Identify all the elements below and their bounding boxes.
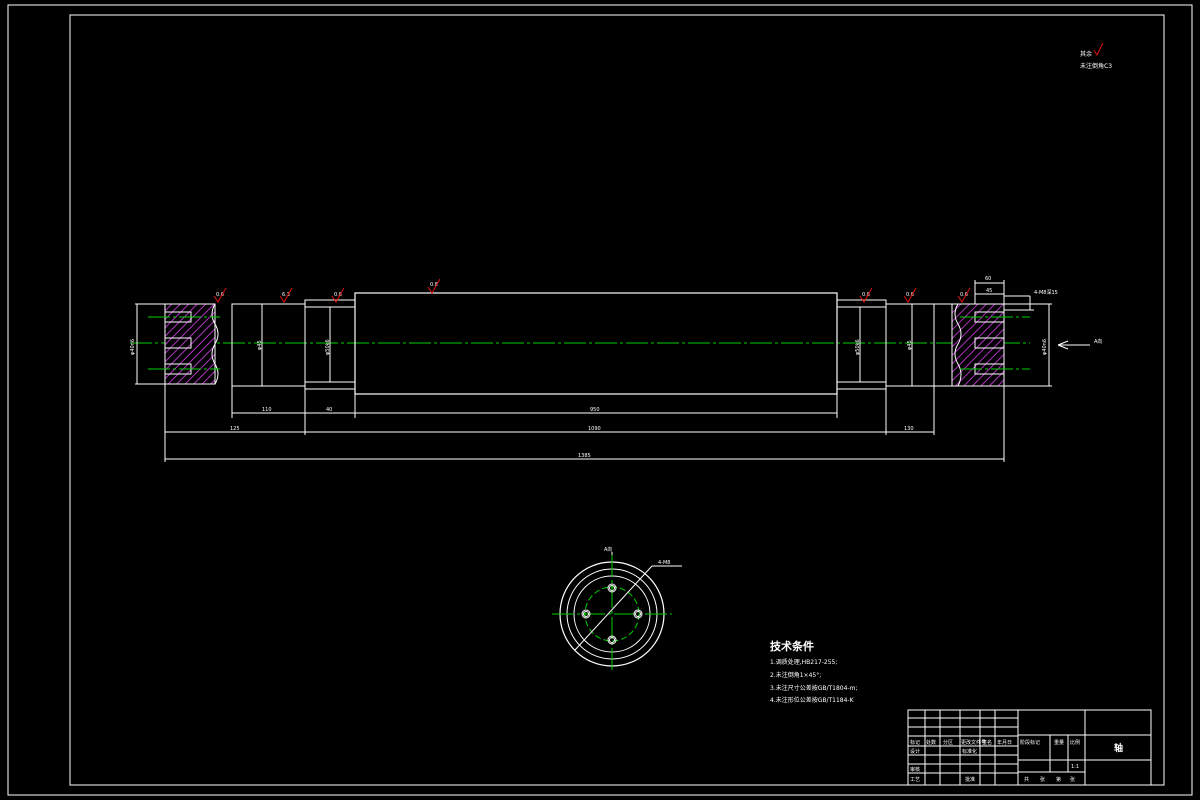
svg-text:φ45: φ45 [257,340,263,350]
svg-text:分区: 分区 [943,739,953,746]
svg-text:审核: 审核 [910,766,920,773]
svg-text:标准化: 标准化 [962,748,977,755]
svg-text:批准: 批准 [965,776,975,783]
svg-text:其余: 其余 [1080,50,1092,58]
svg-text:轴: 轴 [1114,742,1123,754]
svg-text:4-M8: 4-M8 [658,560,670,566]
svg-text:张: 张 [1070,776,1075,783]
svg-text:950: 950 [590,407,600,413]
cad-drawing: 其余 未注倒角C3 φ40n6 φ45 φ50k6 φ50k6 φ45 φ40n… [7,4,1193,796]
svg-text:45: 45 [986,288,992,294]
svg-text:1:1: 1:1 [1071,764,1079,770]
svg-text:3.未注尺寸公差按GB/T1804-m;: 3.未注尺寸公差按GB/T1804-m; [770,684,857,692]
svg-text:共: 共 [1024,776,1029,783]
svg-text:4-M8深15: 4-M8深15 [1034,289,1058,296]
svg-text:φ45: φ45 [907,340,913,350]
svg-text:φ50k6: φ50k6 [325,339,331,355]
svg-text:阶段标记: 阶段标记 [1020,739,1040,746]
svg-text:40: 40 [326,407,332,413]
svg-text:4.未注形位公差按GB/T1184-K: 4.未注形位公差按GB/T1184-K [770,696,855,704]
svg-text:A向: A向 [604,546,612,553]
svg-text:重量: 重量 [1054,739,1064,746]
svg-text:设计: 设计 [910,748,920,755]
tech-requirements: 技术条件 1.调质处理,HB217-255; 2.未注倒角1×45°; 3.未注… [770,639,857,704]
left-journal [231,303,306,387]
svg-text:110: 110 [262,407,272,413]
svg-text:φ40n6: φ40n6 [130,339,136,355]
svg-text:1385: 1385 [578,453,591,459]
roughness-symbols: 0.8 6.3 0.8 0.8 0.8 0.8 0.8 [213,278,971,303]
svg-text:1090: 1090 [588,426,601,432]
svg-text:处数: 处数 [926,739,936,746]
end-view: A向 4-M8 [552,546,682,672]
svg-text:张: 张 [1040,776,1045,783]
left-end-section [164,303,216,385]
general-roughness-note: 其余 未注倒角C3 [1080,42,1112,70]
svg-text:技术条件: 技术条件 [770,639,814,653]
shaft-main-view: φ40n6 φ45 φ50k6 φ50k6 φ45 φ40n6 A向 60 45… [130,276,1102,462]
svg-text:1.调质处理,HB217-255;: 1.调质处理,HB217-255; [770,658,837,666]
svg-text:第: 第 [1056,776,1061,783]
svg-text:比例: 比例 [1070,739,1080,746]
svg-text:φ40n6: φ40n6 [1042,339,1048,355]
svg-text:60: 60 [985,276,991,282]
svg-text:年月日: 年月日 [997,739,1012,746]
svg-text:A向: A向 [1094,338,1102,345]
svg-text:未注倒角C3: 未注倒角C3 [1080,62,1112,70]
sheet-inner-border [69,14,1165,786]
svg-text:2.未注倒角1×45°;: 2.未注倒角1×45°; [770,671,821,679]
right-shoulder [836,299,887,390]
title-block: 标记 处数 分区 更改文件号 签名 年月日 设计 审核 工艺 标准化 批准 阶段… [907,709,1152,786]
svg-text:125: 125 [230,426,240,432]
svg-text:工艺: 工艺 [910,777,920,783]
svg-text:签名: 签名 [982,739,992,746]
svg-text:标记: 标记 [910,739,920,746]
svg-text:φ50k6: φ50k6 [855,339,861,355]
sheet-outer-border [7,4,1193,796]
svg-text:130: 130 [904,426,914,432]
